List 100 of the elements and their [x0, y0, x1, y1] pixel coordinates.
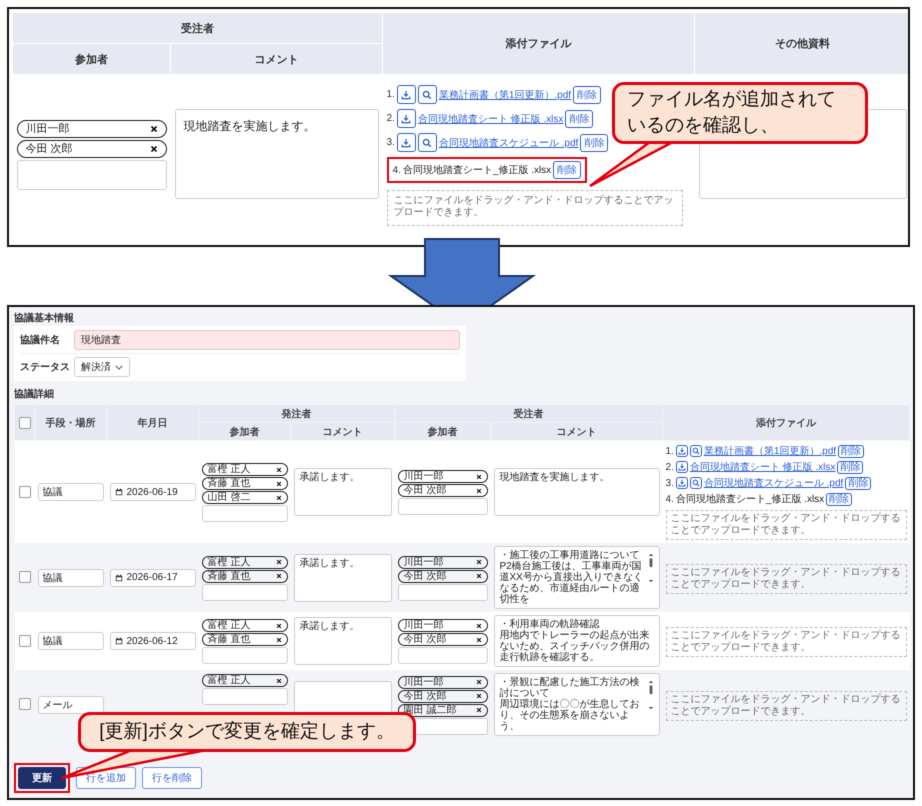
- close-icon[interactable]: [276, 559, 282, 565]
- subject-field[interactable]: 現地踏査: [74, 330, 460, 350]
- participant-chip[interactable]: 斉藤 直也: [202, 633, 288, 646]
- participant-chip[interactable]: 斉藤 直也: [202, 570, 288, 582]
- means-field[interactable]: メール: [38, 696, 104, 714]
- participant-input[interactable]: [202, 647, 288, 664]
- download-icon: [678, 463, 686, 471]
- dropzone[interactable]: ここにファイルをドラッグ・アンド・ドロップすることでアップロードできます。: [666, 564, 906, 594]
- close-icon[interactable]: [276, 480, 282, 486]
- participant-input[interactable]: [16, 160, 166, 190]
- dropzone[interactable]: ここにファイルをドラッグ・アンド・ドロップすることでアップロードできます。: [666, 510, 906, 540]
- comment-field[interactable]: 現地踏査を実施します。: [494, 468, 660, 516]
- close-icon[interactable]: [476, 474, 482, 480]
- date-field[interactable]: 2026-06-12: [110, 632, 196, 650]
- delete-button[interactable]: 削除: [573, 86, 602, 104]
- delete-button[interactable]: 削除: [838, 444, 864, 458]
- download-button[interactable]: [676, 445, 688, 457]
- close-icon[interactable]: [276, 466, 282, 472]
- means-field[interactable]: 協議: [38, 632, 104, 650]
- participant-input[interactable]: [398, 584, 488, 600]
- participant-chip[interactable]: 山田 啓二: [202, 491, 288, 504]
- participant-chip[interactable]: 川田一郎: [398, 619, 488, 632]
- file-link[interactable]: 合同現地踏査スケジュール .pdf: [704, 476, 844, 490]
- close-icon[interactable]: [476, 488, 482, 494]
- search-button[interactable]: [418, 85, 437, 104]
- participant-input[interactable]: [398, 647, 488, 664]
- comment-field[interactable]: 現地踏査を実施します。: [174, 108, 378, 198]
- row-checkbox[interactable]: [18, 571, 30, 584]
- search-button[interactable]: [690, 445, 702, 457]
- comment-field[interactable]: 承諾します。: [294, 554, 392, 602]
- column-header: 添付ファイル: [662, 404, 910, 440]
- delete-button[interactable]: 削除: [826, 492, 852, 506]
- select-all-checkbox[interactable]: [18, 416, 30, 428]
- comment-field[interactable]: 承諾します。: [294, 468, 392, 516]
- participant-chip[interactable]: 川田一郎: [398, 556, 488, 568]
- file-link[interactable]: 合同現地踏査スケジュール .pdf: [438, 136, 578, 150]
- dropzone[interactable]: ここにファイルをドラッグ・アンド・ドロップすることでアップロードできます。: [666, 627, 906, 657]
- participant-chip[interactable]: 今田 次郎: [16, 140, 166, 158]
- close-icon[interactable]: [276, 573, 282, 579]
- participant-input[interactable]: [398, 498, 488, 515]
- close-icon[interactable]: [150, 124, 158, 132]
- close-icon[interactable]: [476, 693, 482, 699]
- download-button[interactable]: [396, 133, 416, 152]
- participant-input[interactable]: [202, 688, 288, 705]
- comment-field[interactable]: ・景観に配慮した施工方法の検討について 周辺環境には〇〇が生息しており、その生態系を崩さないよう、: [494, 673, 660, 736]
- update-button[interactable]: 更新: [18, 767, 66, 789]
- row-action-button[interactable]: 行を削除: [142, 767, 202, 789]
- means-field[interactable]: 協議: [38, 568, 104, 586]
- participant-input[interactable]: [202, 584, 288, 600]
- date-field[interactable]: 2026-06-17: [110, 568, 196, 586]
- download-button[interactable]: [676, 461, 688, 473]
- close-icon[interactable]: [276, 636, 282, 642]
- file-link[interactable]: 業務計画書（第1回更新）.pdf: [438, 88, 572, 102]
- participant-chip[interactable]: 富樫 正人: [202, 674, 288, 687]
- date-field[interactable]: 2026-06-19: [110, 483, 196, 501]
- download-button[interactable]: [396, 109, 416, 128]
- participant-chip[interactable]: 斉藤 直也: [202, 477, 288, 490]
- participant-chip[interactable]: 今田 次郎: [398, 570, 488, 582]
- participant-chip[interactable]: 今田 次郎: [398, 484, 488, 497]
- delete-button[interactable]: 削除: [845, 476, 872, 490]
- close-icon[interactable]: [476, 707, 482, 713]
- participant-chip[interactable]: 富樫 正人: [202, 619, 288, 632]
- status-dropdown[interactable]: 解決済: [74, 357, 130, 377]
- close-icon[interactable]: [150, 144, 158, 152]
- participant-chip[interactable]: 富樫 正人: [202, 463, 288, 476]
- search-button[interactable]: [690, 477, 702, 489]
- participant-input[interactable]: [202, 505, 288, 522]
- comment-field[interactable]: ・施工後の工事用道路について P2橋台施工後は、工事車両が国道XX号から直接出入りできなくなるため、市道経由ルートの適切性を: [494, 546, 660, 609]
- row-checkbox[interactable]: [18, 486, 30, 498]
- delete-button[interactable]: 削除: [580, 134, 608, 152]
- participant-chip[interactable]: 今田 次郎: [398, 633, 488, 646]
- participant-chip[interactable]: 川田一郎: [16, 120, 166, 138]
- dropzone[interactable]: ここにファイルをドラッグ・アンド・ドロップすることでアップロードできます。: [666, 690, 906, 720]
- delete-button[interactable]: 削除: [837, 460, 864, 474]
- close-icon[interactable]: [276, 622, 282, 628]
- participant-chip[interactable]: 川田一郎: [398, 676, 488, 688]
- participant-chip[interactable]: 富樫 正人: [202, 556, 288, 568]
- close-icon[interactable]: [476, 573, 482, 579]
- search-button[interactable]: [418, 133, 437, 152]
- row-checkbox[interactable]: [18, 634, 30, 647]
- row-checkbox[interactable]: [18, 698, 30, 710]
- close-icon[interactable]: [476, 559, 482, 565]
- participant-chip[interactable]: 今田 次郎: [398, 690, 488, 702]
- close-icon[interactable]: [476, 622, 482, 628]
- comment-field[interactable]: 承諾します。: [294, 617, 392, 665]
- participant-chip[interactable]: 川田一郎: [398, 470, 488, 483]
- comment-field[interactable]: ・利用車両の軌跡確認 用地内でトレーラーの起点が出来ないため、スイッチバック併用の走行軌跡を確認する。: [494, 615, 660, 667]
- delete-button[interactable]: 削除: [565, 110, 594, 128]
- download-button[interactable]: [676, 477, 688, 489]
- close-icon[interactable]: [476, 679, 482, 685]
- close-icon[interactable]: [476, 636, 482, 642]
- delete-button[interactable]: 削除: [553, 161, 582, 179]
- close-icon[interactable]: [276, 494, 282, 500]
- file-link[interactable]: 合同現地踏査シート 修正版 .xlsx: [418, 112, 564, 126]
- file-link[interactable]: 合同現地踏査シート 修正版 .xlsx: [690, 460, 836, 474]
- dropzone[interactable]: ここにファイルをドラッグ・アンド・ドロップすることでアップロードできます。: [386, 190, 682, 226]
- means-field[interactable]: 協議: [38, 483, 104, 501]
- close-icon[interactable]: [276, 678, 282, 684]
- download-button[interactable]: [396, 85, 416, 104]
- file-link[interactable]: 業務計画書（第1回更新）.pdf: [704, 444, 836, 458]
